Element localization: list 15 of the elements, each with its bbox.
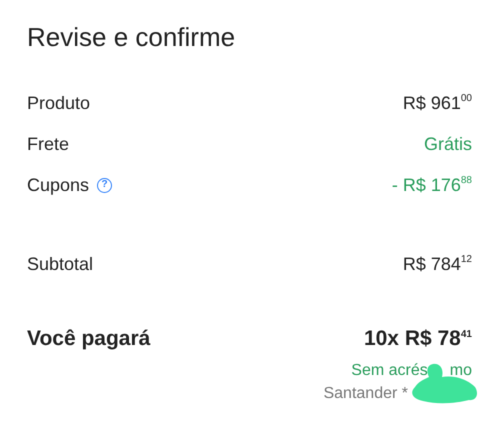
- card-name: Santander *: [323, 384, 408, 404]
- row-label: Produto: [27, 92, 90, 116]
- installment-note: Sem acrés: [351, 360, 428, 381]
- page-title: Revise e confirme: [27, 22, 236, 54]
- installment-note: mo: [450, 360, 472, 381]
- help-icon[interactable]: ?: [97, 178, 112, 194]
- row-label: Cupons: [27, 174, 90, 198]
- row-label: Subtotal: [27, 253, 94, 276]
- row-label: Frete: [27, 133, 70, 156]
- row-value: Grátis: [424, 133, 472, 156]
- total-label: Você pagará: [27, 326, 150, 352]
- total-value: 10x R$ 78$^{41}$: [364, 326, 472, 352]
- row-value: R$ 784$^{12}$: [402, 253, 472, 276]
- row-value: R$ 961$^{00}$: [402, 92, 472, 116]
- row-value: - R$ 176$^{88}$: [392, 174, 472, 198]
